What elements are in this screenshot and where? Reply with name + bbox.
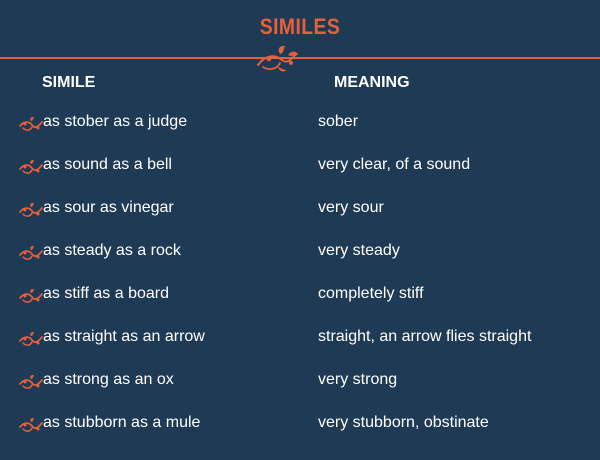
meaning-text: straight, an arrow flies straight (318, 328, 532, 345)
meaning-text: very clear, of a sound (318, 156, 471, 173)
simile-text: as strong as an ox (43, 371, 174, 388)
floral-bullet-icon (19, 203, 43, 217)
similes-page: SIMILES SIMILE MEANING as stober as a ju… (0, 0, 600, 460)
simile-text: as straight as an arrow (43, 328, 205, 345)
meaning-text: very steady (318, 242, 400, 259)
simile-column-header: SIMILE (42, 74, 96, 91)
floral-bullet-icon (19, 160, 43, 174)
similes-table: as stober as a judge sober as sound as a… (0, 113, 600, 457)
meaning-text: sober (318, 113, 359, 130)
simile-text: as steady as a rock (43, 242, 181, 259)
floral-bullet-icon (19, 117, 43, 131)
table-row: as stubborn as a mule very stubborn, obs… (0, 414, 600, 457)
table-row: as straight as an arrow straight, an arr… (0, 328, 600, 371)
floral-bullet-icon (19, 332, 43, 346)
meaning-text: very strong (318, 371, 398, 388)
meaning-column-header: MEANING (334, 74, 410, 91)
meaning-text: very stubborn, obstinate (318, 414, 489, 431)
floral-bullet-icon (19, 375, 43, 389)
floral-bullet-icon (19, 246, 43, 260)
simile-text: as stiff as a board (43, 285, 169, 302)
floral-swirl-icon (257, 45, 298, 72)
page-title: SIMILES (259, 14, 341, 39)
table-row: as stiff as a board completely stiff (0, 285, 600, 328)
meaning-text: very sour (318, 199, 384, 216)
table-row: as stober as a judge sober (0, 113, 600, 156)
floral-bullet-icon (19, 289, 43, 303)
table-row: as sound as a bell very clear, of a soun… (0, 156, 600, 199)
meaning-text: completely stiff (318, 285, 424, 302)
floral-bullet-icon (19, 418, 43, 432)
table-row: as strong as an ox very strong (0, 371, 600, 414)
simile-text: as stober as a judge (43, 113, 188, 130)
simile-text: as stubborn as a mule (43, 414, 201, 431)
table-row: as steady as a rock very steady (0, 242, 600, 285)
simile-text: as sound as a bell (43, 156, 172, 173)
simile-text: as sour as vinegar (43, 199, 174, 216)
table-row: as sour as vinegar very sour (0, 199, 600, 242)
